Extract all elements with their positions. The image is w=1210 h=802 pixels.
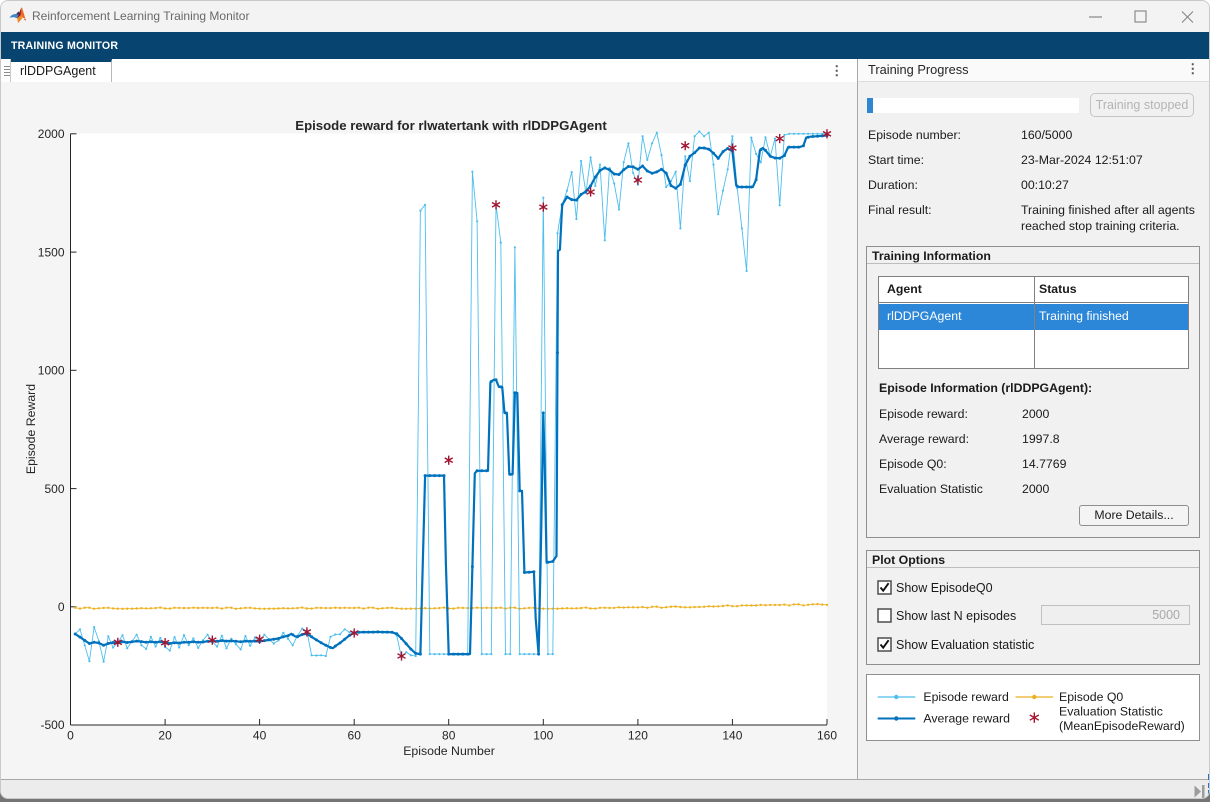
svg-text:500: 500 bbox=[44, 482, 64, 496]
svg-text:0: 0 bbox=[67, 729, 74, 743]
svg-text:120: 120 bbox=[628, 729, 648, 743]
svg-text:Average reward: Average reward bbox=[923, 712, 1010, 726]
svg-text:160: 160 bbox=[817, 729, 837, 743]
svg-text:Episode Reward: Episode Reward bbox=[24, 384, 38, 474]
svg-text:40: 40 bbox=[253, 729, 267, 743]
svg-text:1500: 1500 bbox=[38, 245, 65, 259]
svg-text:100: 100 bbox=[533, 729, 553, 743]
svg-text:60: 60 bbox=[348, 729, 362, 743]
svg-text:-500: -500 bbox=[40, 718, 64, 732]
svg-text:Episode Q0: Episode Q0 bbox=[1059, 690, 1123, 704]
svg-text:0: 0 bbox=[58, 600, 65, 614]
svg-text:1000: 1000 bbox=[38, 364, 65, 378]
svg-text:Episode reward for rlwatertank: Episode reward for rlwatertank with rlDD… bbox=[295, 118, 607, 133]
svg-text:Episode Number: Episode Number bbox=[403, 744, 495, 758]
svg-text:(MeanEpisodeReward): (MeanEpisodeReward) bbox=[1059, 719, 1185, 733]
svg-text:80: 80 bbox=[442, 729, 456, 743]
svg-text:Episode reward: Episode reward bbox=[923, 690, 1009, 704]
svg-text:140: 140 bbox=[722, 729, 742, 743]
svg-text:2000: 2000 bbox=[38, 127, 65, 141]
svg-text:20: 20 bbox=[158, 729, 172, 743]
svg-text:Evaluation Statistic: Evaluation Statistic bbox=[1059, 705, 1163, 719]
